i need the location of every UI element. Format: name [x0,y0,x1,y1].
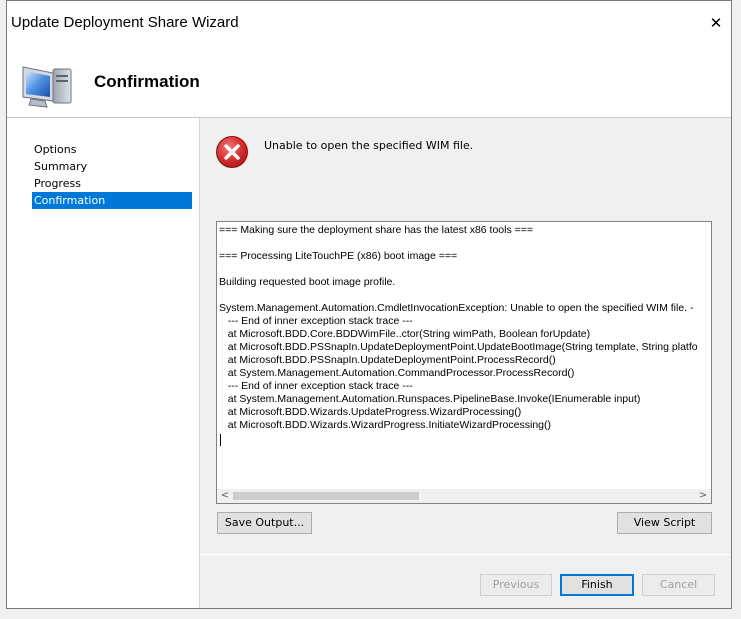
log-line: System.Management.Automation.CmdletInvoc… [219,302,694,314]
status-message: Unable to open the specified WIM file. [264,139,474,152]
wizard-footer: Previous Finish Cancel [200,555,731,608]
finish-button[interactable]: Finish [560,574,634,596]
title-bar: Update Deployment Share Wizard ✕ [7,1,731,47]
log-line: at Microsoft.BDD.PSSnapIn.UpdateDeployme… [219,354,556,366]
window-title: Update Deployment Share Wizard [11,14,239,31]
sidebar-item-progress[interactable]: Progress [32,175,192,192]
sidebar-item-options[interactable]: Options [32,141,192,158]
main-content: Unable to open the specified WIM file. =… [200,118,731,554]
error-icon [215,135,249,169]
output-log[interactable]: === Making sure the deployment share has… [216,221,712,504]
wizard-header: Confirmation [7,47,731,118]
log-line: at Microsoft.BDD.PSSnapIn.UpdateDeployme… [219,341,698,353]
previous-button[interactable]: Previous [480,574,552,596]
scrollbar-thumb[interactable] [233,492,419,500]
close-button[interactable]: ✕ [705,13,727,35]
page-title: Confirmation [94,72,200,91]
log-line: === Processing LiteTouchPE (x86) boot im… [219,250,458,262]
log-line: --- End of inner exception stack trace -… [219,315,413,327]
log-line: at System.Management.Automation.CommandP… [219,367,575,379]
log-text[interactable]: === Making sure the deployment share has… [219,224,709,490]
log-line: at Microsoft.BDD.Core.BDDWimFile..ctor(S… [219,328,591,340]
wizard-sidebar: Options Summary Progress Confirmation [7,118,200,608]
horizontal-scrollbar[interactable]: < > [217,489,711,503]
log-line: at Microsoft.BDD.Wizards.UpdateProgress.… [219,406,522,418]
log-line: === Making sure the deployment share has… [219,224,534,236]
computer-monitor-icon [19,57,75,111]
sidebar-item-confirmation[interactable]: Confirmation [32,192,192,209]
scroll-right-icon[interactable]: > [697,489,709,503]
scroll-left-icon[interactable]: < [219,489,231,503]
cancel-button[interactable]: Cancel [642,574,715,596]
log-line: --- End of inner exception stack trace -… [219,380,413,392]
text-caret [220,434,221,446]
wizard-window: Update Deployment Share Wizard ✕ Confirm… [6,0,732,609]
log-line: at System.Management.Automation.Runspace… [219,393,641,405]
save-output-button[interactable]: Save Output... [217,512,312,534]
log-line: Building requested boot image profile. [219,276,396,288]
log-line: at Microsoft.BDD.Wizards.WizardProgress.… [219,419,551,431]
sidebar-item-summary[interactable]: Summary [32,158,192,175]
view-script-button[interactable]: View Script [617,512,712,534]
